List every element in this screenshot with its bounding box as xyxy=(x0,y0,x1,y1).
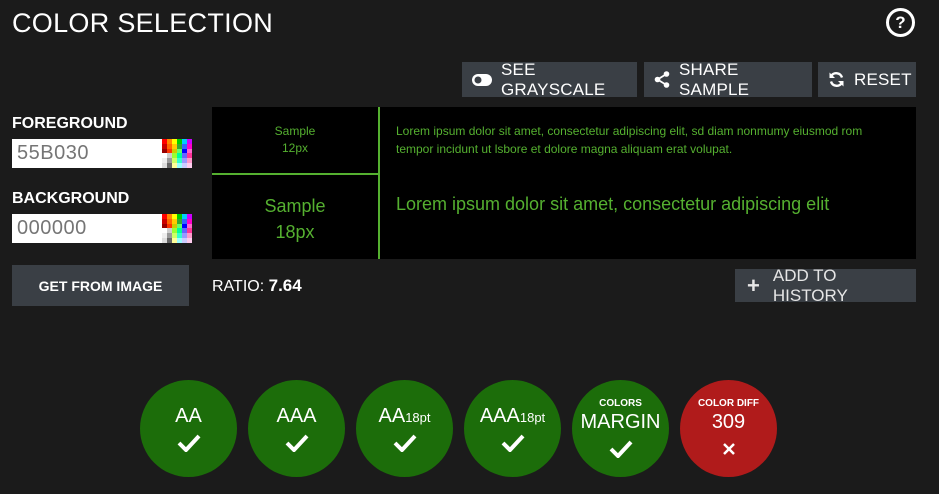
add-to-history-button[interactable]: + ADD TO HISTORY xyxy=(735,266,916,305)
plus-icon: + xyxy=(747,272,760,298)
checkmark-icon xyxy=(393,433,417,453)
background-palette-picker[interactable] xyxy=(162,214,192,243)
badge-label: MARGIN xyxy=(580,411,661,433)
badge-aaa: AAA xyxy=(248,380,345,477)
sample-12px-label: Sample 12px xyxy=(212,123,378,157)
add-to-history-label: ADD TO HISTORY xyxy=(772,265,848,305)
background-input[interactable] xyxy=(12,214,162,243)
see-grayscale-label: SEE GRAYSCALE xyxy=(501,59,606,99)
background-label: BACKGROUND xyxy=(12,190,130,207)
sample-text-12px: Lorem ipsum dolor sit amet, consectetur … xyxy=(396,124,863,156)
palette-swatch[interactable] xyxy=(187,163,192,168)
toggle-icon xyxy=(472,73,492,86)
sample-preview: Sample 12px Sample 18px Lorem ipsum dolo… xyxy=(212,107,916,259)
get-from-image-button[interactable]: GET FROM IMAGE xyxy=(12,265,189,306)
help-button[interactable]: ? xyxy=(886,8,915,37)
sample-size-line: 12px xyxy=(281,141,309,155)
badge-colors-margin: COLORS MARGIN xyxy=(572,380,669,477)
badge-label: 309 xyxy=(711,411,746,433)
see-grayscale-button[interactable]: SEE GRAYSCALE xyxy=(462,59,637,99)
palette-swatch[interactable] xyxy=(187,238,192,243)
ratio-label: RATIO: xyxy=(212,278,265,295)
checkmark-icon xyxy=(177,433,201,453)
badge-label: AAA xyxy=(276,405,317,427)
badge-color-diff: COLOR DIFF 309 xyxy=(680,380,777,477)
sample-label-line: Sample xyxy=(274,124,316,138)
badge-label: AA xyxy=(175,405,202,427)
foreground-label: FOREGROUND xyxy=(12,115,128,132)
sample-label-line: Sample xyxy=(264,196,326,216)
sample-18px-label: Sample 18px xyxy=(212,193,378,245)
badge-sub-label: 18pt xyxy=(405,410,431,425)
foreground-input[interactable] xyxy=(12,139,162,168)
share-icon xyxy=(654,71,670,88)
divider xyxy=(378,107,380,259)
divider xyxy=(212,173,378,175)
checkmark-icon xyxy=(285,433,309,453)
badge-aa: AA xyxy=(140,380,237,477)
contrast-ratio: RATIO: 7.64 xyxy=(212,276,302,296)
sample-size-line: 18px xyxy=(275,222,315,242)
badge-sub-label: 18pt xyxy=(519,410,546,425)
badge-top-label: COLORS xyxy=(599,398,642,409)
badge-aa-18pt: AA18pt xyxy=(356,380,453,477)
page-title: COLOR SELECTION xyxy=(12,8,274,38)
question-circle-icon: ? xyxy=(895,12,906,32)
share-sample-label: SHARE SAMPLE xyxy=(679,59,750,99)
badge-aaa-18pt: AAA18pt xyxy=(464,380,561,477)
cross-icon xyxy=(721,439,737,459)
badge-label: AA xyxy=(378,405,406,427)
ratio-value: 7.64 xyxy=(268,276,302,295)
sample-text-18px: Lorem ipsum dolor sit amet, consectetur … xyxy=(396,194,830,214)
reset-label: RESET xyxy=(854,69,912,89)
badge-label: AAA xyxy=(479,405,520,427)
refresh-icon xyxy=(828,71,845,88)
compliance-badges: AA AAA AA18pt AAA18pt COLORS MARGIN COLO… xyxy=(140,380,777,477)
badge-top-label: COLOR DIFF xyxy=(697,398,760,409)
share-sample-button[interactable]: SHARE SAMPLE xyxy=(644,59,812,99)
foreground-palette-picker[interactable] xyxy=(162,139,192,168)
reset-button[interactable]: RESET xyxy=(818,62,916,97)
checkmark-icon xyxy=(609,439,633,459)
checkmark-icon xyxy=(501,433,525,453)
